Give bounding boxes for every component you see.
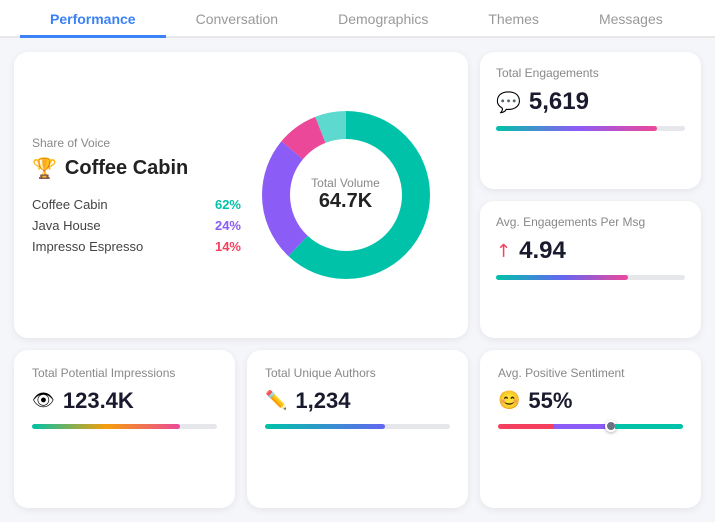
share-pct-1: 24% [215, 218, 241, 233]
share-title: Share of Voice [32, 136, 241, 150]
impressions-card: Total Potential Impressions 👁 123.4K [14, 350, 235, 509]
sentiment-card: Avg. Positive Sentiment 😊 55% [480, 350, 701, 509]
sentiment-bar-red [498, 424, 554, 429]
chat-icon: 💬 [496, 90, 521, 115]
tab-messages[interactable]: Messages [569, 3, 693, 38]
eye-icon: 👁 [32, 390, 55, 411]
share-brand: 🏆 Coffee Cabin [32, 156, 241, 181]
share-pct-2: 14% [215, 239, 241, 254]
impressions-bar-fill [32, 424, 180, 429]
authors-card: Total Unique Authors ✏️ 1,234 [247, 350, 468, 509]
authors-bar [265, 424, 450, 429]
avg-engagements-title: Avg. Engagements Per Msg [496, 215, 685, 229]
pencil-icon: ✏️ [265, 390, 287, 411]
sentiment-value: 55% [528, 388, 572, 414]
share-row-1: Java House 24% [32, 218, 241, 233]
share-of-voice-card: Share of Voice 🏆 Coffee Cabin Coffee Cab… [14, 52, 468, 338]
sentiment-title: Avg. Positive Sentiment [498, 366, 683, 380]
impressions-title: Total Potential Impressions [32, 366, 217, 380]
avg-engagements-bar-fill [496, 275, 628, 280]
authors-value: 1,234 [295, 388, 350, 414]
brand-name: Coffee Cabin [65, 157, 188, 180]
authors-bar-fill [265, 424, 385, 429]
authors-title: Total Unique Authors [265, 366, 450, 380]
impressions-bar [32, 424, 217, 429]
arrow-up-icon: ↗ [491, 238, 517, 264]
smile-icon: 😊 [498, 390, 520, 411]
sentiment-bar-purple [554, 424, 610, 429]
sentiment-bar [498, 424, 683, 429]
impressions-value-row: 👁 123.4K [32, 388, 217, 414]
donut-chart: Total Volume 64.7K [241, 100, 450, 290]
share-row-2: Impresso Espresso 14% [32, 239, 241, 254]
avg-engagements-bar [496, 275, 685, 280]
avg-engagements-value-row: ↗ 4.94 [496, 237, 685, 265]
impressions-value: 123.4K [63, 388, 134, 414]
trophy-icon: 🏆 [32, 156, 57, 181]
avg-engagements-card: Avg. Engagements Per Msg ↗ 4.94 [480, 201, 701, 338]
authors-value-row: ✏️ 1,234 [265, 388, 450, 414]
engagements-value-row: 💬 5,619 [496, 88, 685, 116]
engagements-title: Total Engagements [496, 66, 685, 80]
share-label-1: Java House [32, 218, 101, 233]
main-content: Share of Voice 🏆 Coffee Cabin Coffee Cab… [0, 38, 715, 522]
share-row-0: Coffee Cabin 62% [32, 197, 241, 212]
tab-themes[interactable]: Themes [458, 3, 569, 38]
share-label-0: Coffee Cabin [32, 197, 108, 212]
engagements-bar-fill [496, 126, 657, 131]
share-rows: Coffee Cabin 62% Java House 24% Impresso… [32, 197, 241, 254]
tab-demographics[interactable]: Demographics [308, 3, 458, 38]
tab-performance[interactable]: Performance [20, 3, 166, 38]
sentiment-bar-teal [615, 424, 683, 429]
avg-engagements-value: 4.94 [519, 237, 566, 265]
engagements-bar [496, 126, 685, 131]
tab-conversation[interactable]: Conversation [166, 3, 309, 38]
right-column: Total Engagements 💬 5,619 Avg. Engagemen… [480, 52, 701, 338]
share-label-2: Impresso Espresso [32, 239, 143, 254]
donut-svg [251, 100, 441, 290]
total-engagements-card: Total Engagements 💬 5,619 [480, 52, 701, 189]
share-pct-0: 62% [215, 197, 241, 212]
tab-bar: Performance Conversation Demographics Th… [0, 0, 715, 38]
sentiment-value-row: 😊 55% [498, 388, 683, 414]
engagements-value: 5,619 [529, 88, 589, 116]
share-left-panel: Share of Voice 🏆 Coffee Cabin Coffee Cab… [32, 136, 241, 254]
